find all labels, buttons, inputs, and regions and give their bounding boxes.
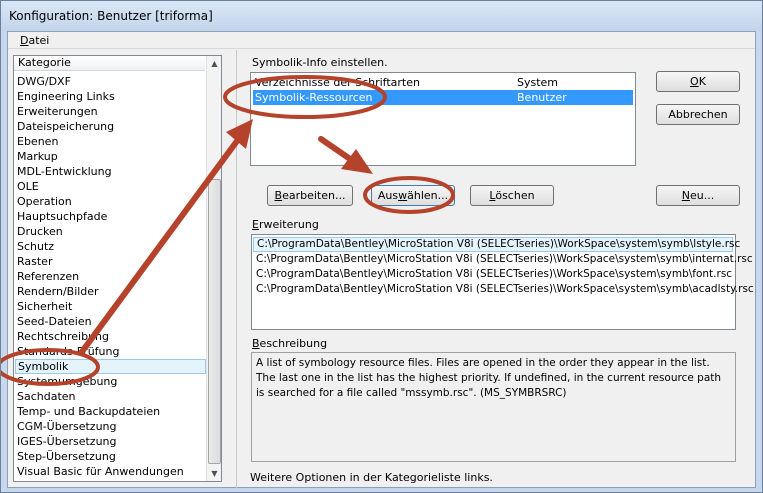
scroll-up-icon[interactable]: ▲ <box>207 56 222 71</box>
category-item[interactable]: Temp- und Backupdateien <box>15 404 206 419</box>
category-item[interactable]: Schutz <box>15 239 206 254</box>
footer-hint: Weitere Optionen in der Kategorieliste l… <box>250 471 493 484</box>
category-item[interactable]: Sicherheit <box>15 299 206 314</box>
category-item[interactable]: Standards-Prüfung <box>15 344 206 359</box>
scroll-thumb[interactable] <box>208 179 221 464</box>
window-title: Konfiguration: Benutzer [triforma] <box>9 9 213 23</box>
category-item[interactable]: Step-Übersetzung <box>15 449 206 464</box>
category-column-header[interactable]: Kategorie <box>14 56 205 71</box>
category-item[interactable]: Raster <box>15 254 206 269</box>
category-item[interactable]: Engineering Links <box>15 89 206 104</box>
erweiterung-label: Erweiterung <box>252 218 319 231</box>
extension-path-item[interactable]: C:\ProgramData\Bentley\MicroStation V8i … <box>253 252 753 267</box>
category-item[interactable]: Erweiterungen <box>15 104 206 119</box>
cancel-button[interactable]: Abbrechen <box>656 104 740 125</box>
scroll-down-icon[interactable]: ▼ <box>207 466 222 481</box>
category-item[interactable]: Dateispeicherung <box>15 119 206 134</box>
category-item[interactable]: Ebenen <box>15 134 206 149</box>
select-button[interactable]: Auswählen... <box>371 185 455 206</box>
category-item[interactable]: Referenzen <box>15 269 206 284</box>
dialog-client: Datei Kategorie DWG/DXF Engineering Links… <box>7 31 756 488</box>
category-scrollbar[interactable]: ▲ ▼ <box>206 56 221 481</box>
category-items: DWG/DXF Engineering Links Erweiterungen Dat… <box>15 74 206 479</box>
edit-button[interactable]: Bearbeiten... <box>267 185 353 206</box>
extension-path-item[interactable]: C:\ProgramData\Bentley\MicroStation V8i … <box>253 267 733 282</box>
symbolik-row-fonts[interactable]: Verzeichnisse der Schriftarten System <box>253 75 633 90</box>
category-item[interactable]: OLE <box>15 179 206 194</box>
title-bar[interactable]: Konfiguration: Benutzer [triforma] <box>1 1 762 31</box>
ok-button[interactable]: OK <box>656 71 740 92</box>
category-item[interactable]: Operation <box>15 194 206 209</box>
category-item[interactable]: DWG/DXF <box>15 74 206 89</box>
category-item[interactable]: Hauptsuchpfade <box>15 209 206 224</box>
category-item[interactable]: Rendern/Bilder <box>15 284 206 299</box>
category-item[interactable]: Symbolik <box>15 359 206 374</box>
erweiterung-list[interactable]: C:\ProgramData\Bentley\MicroStation V8i … <box>251 234 754 330</box>
category-item[interactable]: Visual Basic für Anwendungen <box>15 464 206 479</box>
new-button[interactable]: Neu... <box>656 185 740 206</box>
category-list[interactable]: Kategorie DWG/DXF Engineering Links Erweit… <box>13 55 222 482</box>
category-item[interactable]: Markup <box>15 149 206 164</box>
description-box: A list of symbology resource files. File… <box>251 352 736 462</box>
config-dialog: Konfiguration: Benutzer [triforma] Datei… <box>0 0 763 493</box>
menu-datei[interactable]: Datei <box>20 34 49 47</box>
symbolik-row-resources[interactable]: Symbolik-Ressourcen Benutzer <box>253 90 633 105</box>
pane-splitter[interactable] <box>236 50 237 488</box>
category-item[interactable]: IGES-Übersetzung <box>15 434 206 449</box>
extension-path-item[interactable]: C:\ProgramData\Bentley\MicroStation V8i … <box>253 237 740 252</box>
category-item[interactable]: Rechtschreibung <box>15 329 206 344</box>
description-text: A list of symbology resource files. File… <box>256 357 722 399</box>
symbolik-info-label: Symbolik-Info einstellen. <box>252 56 388 69</box>
category-item[interactable]: CGM-Übersetzung <box>15 419 206 434</box>
beschreibung-label: Beschreibung <box>252 337 328 350</box>
category-item[interactable]: Systemumgebung <box>15 374 206 389</box>
extension-path-item[interactable]: C:\ProgramData\Bentley\MicroStation V8i … <box>253 282 754 297</box>
delete-button[interactable]: Löschen <box>470 185 554 206</box>
category-item[interactable]: MDL-Entwicklung <box>15 164 206 179</box>
category-item[interactable]: Sachdaten <box>15 389 206 404</box>
menu-bar: Datei <box>8 32 755 49</box>
category-item[interactable]: Drucken <box>15 224 206 239</box>
category-item[interactable]: Seed-Dateien <box>15 314 206 329</box>
symbolik-list[interactable]: Verzeichnisse der Schriftarten System Sy… <box>250 72 636 166</box>
